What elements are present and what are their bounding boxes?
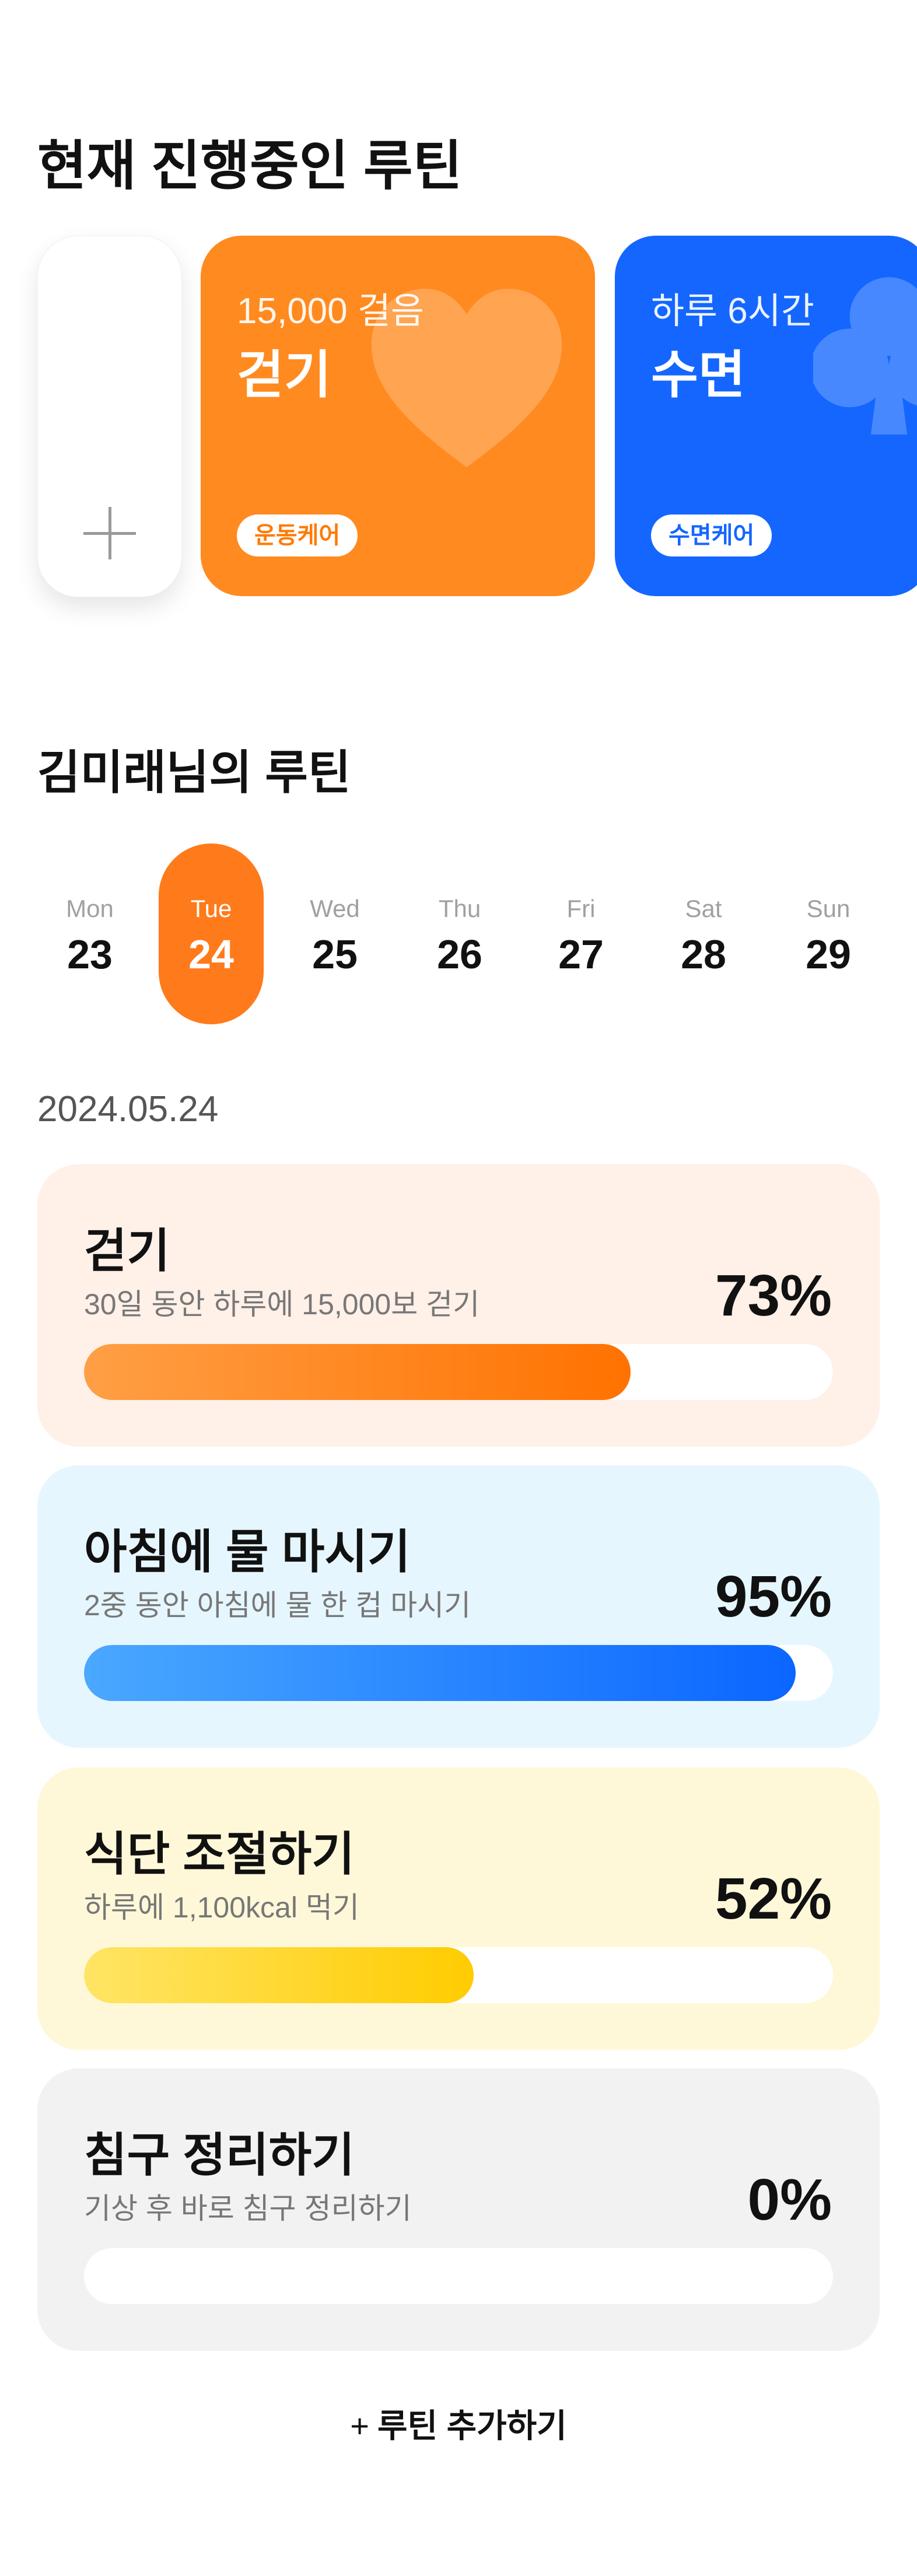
- progress-track: [84, 1947, 833, 2003]
- routine-item-water[interactable]: 아침에 물 마시기 2중 동안 아침에 물 한 컵 마시기 95%: [37, 1465, 880, 1748]
- progress-track: [84, 1645, 833, 1701]
- day-name: Thu: [438, 895, 481, 922]
- routine-title: 아침에 물 마시기: [84, 1526, 411, 1578]
- day-number: 29: [806, 932, 851, 977]
- day-number: 28: [681, 932, 726, 977]
- routine-percent: 95%: [715, 1564, 832, 1629]
- progress-track: [84, 2248, 833, 2304]
- add-routine-card[interactable]: [37, 236, 182, 597]
- progress-fill: [84, 1344, 631, 1400]
- progress-track: [84, 1344, 833, 1400]
- week-selector: Mon 23 Tue 24 Wed 25 Thu 26 Fri 27 Sat 2…: [37, 844, 880, 1024]
- routine-percent: 0%: [747, 2167, 832, 2232]
- day-name: Tue: [190, 895, 232, 922]
- club-icon: [813, 277, 917, 435]
- day-number: 23: [67, 932, 113, 977]
- routine-card-walk[interactable]: 15,000 걸음 걷기 운동케어: [201, 236, 595, 596]
- card-category-tag: 운동케어: [237, 514, 358, 556]
- progress-fill: [84, 1947, 474, 2003]
- day-name: Fri: [566, 895, 596, 922]
- plus-icon: +: [350, 2407, 369, 2444]
- card-title: 수면: [651, 346, 746, 404]
- day-tue-selected[interactable]: Tue 24: [159, 844, 264, 1024]
- day-number: 26: [437, 932, 482, 977]
- selected-date: 2024.05.24: [37, 1089, 219, 1129]
- day-mon[interactable]: Mon 23: [37, 844, 142, 1024]
- day-wed[interactable]: Wed 25: [282, 844, 387, 1024]
- routine-card-sleep[interactable]: 하루 6시간 수면 수면케어: [615, 236, 917, 596]
- routine-percent: 73%: [715, 1263, 832, 1328]
- routine-item-diet[interactable]: 식단 조절하기 하루에 1,100kcal 먹기 52%: [37, 1768, 880, 2050]
- progress-fill: [84, 1645, 796, 1701]
- add-routine-label: 루틴 추가하기: [377, 2407, 567, 2444]
- day-name: Mon: [66, 895, 114, 922]
- card-subtitle: 하루 6시간: [651, 291, 814, 331]
- day-sat[interactable]: Sat 28: [651, 844, 756, 1024]
- routine-title: 걷기: [84, 1225, 170, 1277]
- routine-title: 침구 정리하기: [84, 2129, 355, 2181]
- day-name: Sat: [685, 895, 722, 922]
- day-thu[interactable]: Thu 26: [407, 844, 512, 1024]
- plus-icon: [83, 507, 136, 559]
- day-sun[interactable]: Sun 29: [776, 844, 881, 1024]
- current-routines-title: 현재 진행중인 루틴: [37, 136, 463, 196]
- routine-title: 식단 조절하기: [84, 1828, 355, 1880]
- day-number: 24: [188, 932, 234, 977]
- add-routine-button[interactable]: + 루틴 추가하기: [0, 2400, 917, 2447]
- routine-description: 하루에 1,100kcal 먹기: [84, 1891, 359, 1924]
- my-routines-title: 김미래님의 루틴: [37, 747, 351, 799]
- day-name: Sun: [806, 895, 850, 922]
- routine-item-bed[interactable]: 침구 정리하기 기상 후 바로 침구 정리하기 0%: [37, 2068, 880, 2351]
- day-number: 25: [312, 932, 358, 977]
- routine-description: 30일 동안 하루에 15,000보 걷기: [84, 1288, 480, 1321]
- routine-percent: 52%: [715, 1866, 832, 1931]
- routine-item-walk[interactable]: 걷기 30일 동안 하루에 15,000보 걷기 73%: [37, 1164, 880, 1447]
- day-name: Wed: [310, 895, 360, 922]
- routine-description: 2중 동안 아침에 물 한 컵 마시기: [84, 1589, 471, 1622]
- card-category-tag: 수면케어: [651, 514, 772, 556]
- card-subtitle: 15,000 걸음: [237, 291, 424, 331]
- day-fri[interactable]: Fri 27: [528, 844, 634, 1024]
- day-number: 27: [558, 932, 604, 977]
- routine-description: 기상 후 바로 침구 정리하기: [84, 2192, 412, 2225]
- card-title: 걷기: [237, 346, 331, 404]
